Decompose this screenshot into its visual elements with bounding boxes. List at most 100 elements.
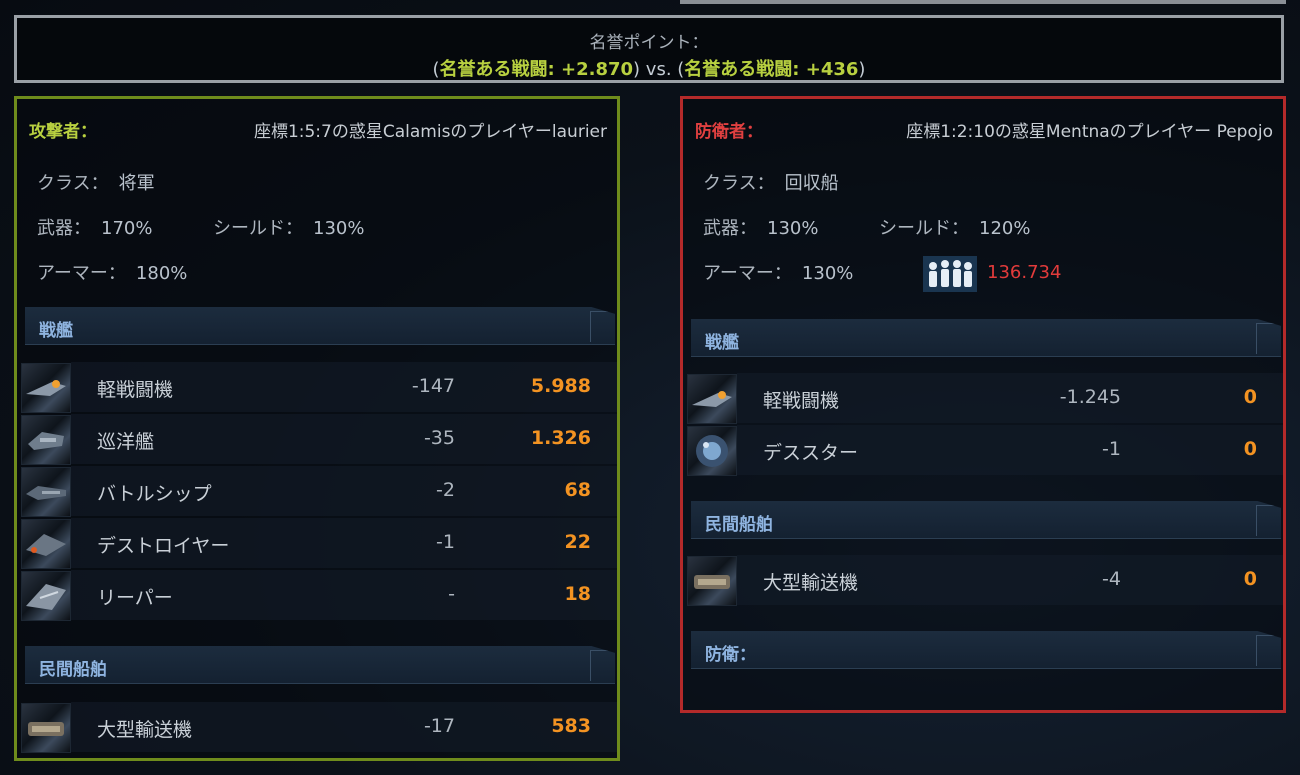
ship-name: 大型輸送機 [97, 719, 193, 741]
defender-armor-value: 130% [801, 263, 854, 284]
section-label: 民間船舶 [705, 515, 773, 535]
ship-loss: -147 [411, 375, 455, 397]
honor-vs: ) vs. ( [633, 59, 685, 80]
ship-row[interactable]: 大型輸送機 -17 583 [21, 702, 617, 753]
attacker-weapons-value: 170% [101, 218, 153, 239]
defender-section-defense: 防衛： [691, 631, 1281, 669]
ship-name: 軽戦闘機 [97, 379, 174, 401]
attacker-class-label: クラス： [37, 173, 109, 194]
ship-row[interactable]: デストロイヤー -1 22 [21, 518, 617, 569]
ship-name: 巡洋艦 [97, 431, 155, 453]
attacker-section-civil: 民間船舶 [25, 646, 615, 684]
honor-defender: 名誉ある戦闘: +436 [684, 59, 859, 80]
ship-name: リーパー [97, 587, 173, 609]
defender-class-value: 回収船 [784, 173, 839, 194]
ship-loss: -1.245 [1059, 386, 1121, 408]
section-label: 戦艦 [705, 333, 739, 353]
light-fighter-icon [21, 363, 71, 413]
defender-section-civil: 民間船舶 [691, 501, 1281, 539]
section-notch [1256, 323, 1279, 354]
ship-name: デススター [763, 442, 859, 464]
ship-value: 583 [551, 715, 591, 737]
ship-row[interactable]: 軽戦闘機 -147 5.988 [21, 362, 617, 413]
attacker-shields-label: シールド： [213, 218, 303, 239]
ship-value: 22 [564, 531, 591, 553]
destroyer-icon [21, 519, 71, 569]
attacker-weapons-label: 武器： [37, 218, 91, 239]
attacker-shields: シールド： 130% [213, 214, 364, 240]
section-label: 防衛： [705, 645, 756, 665]
honor-paren-open: ( [432, 59, 440, 80]
defender-weapons-value: 130% [767, 218, 819, 239]
section-notch [590, 311, 613, 342]
ship-value: 18 [564, 583, 591, 605]
honor-attacker: 名誉ある戦闘: +2.870 [439, 59, 634, 80]
defender-player[interactable]: 座標1:2:10の惑星Mentnaのプレイヤー Pepojo [906, 117, 1273, 142]
defender-armor-label: アーマー： [703, 263, 792, 284]
ship-row[interactable]: 大型輸送機 -4 0 [687, 555, 1283, 606]
section-label: 戦艦 [39, 321, 73, 341]
population-icon [923, 256, 977, 292]
ship-row[interactable]: リーパー - 18 [21, 570, 617, 621]
defender-armor: アーマー： 130% [703, 259, 853, 285]
section-notch [1256, 635, 1279, 666]
ship-loss: -17 [423, 715, 455, 737]
ship-value: 0 [1243, 438, 1257, 460]
ship-loss: -1 [1102, 438, 1121, 460]
ship-loss: -4 [1102, 568, 1121, 590]
ship-value: 5.988 [530, 375, 591, 397]
attacker-armor: アーマー： 180% [37, 259, 187, 285]
attacker-section-warships: 戦艦 [25, 307, 615, 345]
defender-shields-value: 120% [979, 218, 1031, 239]
large-cargo-icon [21, 703, 71, 753]
cruiser-icon [21, 415, 71, 465]
light-fighter-icon [687, 374, 737, 424]
attacker-weapons: 武器： 170% [37, 214, 152, 240]
ship-row[interactable]: バトルシップ -2 68 [21, 466, 617, 517]
attacker-armor-value: 180% [135, 263, 188, 284]
attacker-armor-label: アーマー： [37, 263, 126, 284]
battleship-icon [21, 467, 71, 517]
reaper-icon [21, 571, 71, 621]
section-notch [1256, 505, 1279, 536]
honor-paren-close: ) [858, 59, 866, 80]
ship-value: 1.326 [530, 427, 591, 449]
ship-name: バトルシップ [97, 483, 212, 505]
attacker-player[interactable]: 座標1:5:7の惑星Calamisのプレイヤーlaurier [254, 117, 607, 142]
honor-title: 名誉ポイント： [589, 33, 709, 53]
attacker-class: クラス： 将軍 [37, 169, 155, 195]
honor-line: (名誉ある戦闘: +2.870) vs. (名誉ある戦闘: +436) [17, 55, 1281, 81]
defender-section-warships: 戦艦 [691, 319, 1281, 357]
honor-points-box: 名誉ポイント： (名誉ある戦闘: +2.870) vs. (名誉ある戦闘: +4… [14, 15, 1284, 83]
attacker-shields-value: 130% [313, 218, 365, 239]
defender-role: 防衛者： [695, 122, 763, 142]
deathstar-icon [687, 426, 737, 476]
attacker-role: 攻撃者： [29, 122, 97, 142]
ship-row[interactable]: デススター -1 0 [687, 425, 1283, 476]
ship-loss: -1 [436, 531, 455, 553]
ship-name: デストロイヤー [97, 535, 230, 557]
defender-shields: シールド： 120% [879, 214, 1030, 240]
defender-shields-label: シールド： [879, 218, 969, 239]
ship-value: 0 [1243, 568, 1257, 590]
ship-name: 大型輸送機 [763, 572, 859, 594]
attacker-panel: 攻撃者： 座標1:5:7の惑星Calamisのプレイヤーlaurier クラス：… [14, 96, 620, 761]
ship-loss: -2 [436, 479, 455, 501]
population-value: 136.734 [987, 262, 1062, 283]
ship-row[interactable]: 巡洋艦 -35 1.326 [21, 414, 617, 465]
attacker-class-value: 将軍 [118, 173, 155, 194]
ship-loss: - [448, 583, 455, 605]
section-label: 民間船舶 [39, 660, 107, 680]
section-notch [590, 650, 613, 681]
defender-weapons-label: 武器： [703, 218, 757, 239]
defender-class-label: クラス： [703, 173, 775, 194]
defender-class: クラス： 回収船 [703, 169, 839, 195]
top-bar [680, 0, 1286, 4]
ship-row[interactable]: 軽戦闘機 -1.245 0 [687, 373, 1283, 424]
ship-loss: -35 [423, 427, 455, 449]
defender-panel: 防衛者： 座標1:2:10の惑星Mentnaのプレイヤー Pepojo クラス：… [680, 96, 1286, 713]
ship-name: 軽戦闘機 [763, 390, 840, 412]
ship-value: 0 [1243, 386, 1257, 408]
large-cargo-icon [687, 556, 737, 606]
defender-weapons: 武器： 130% [703, 214, 818, 240]
